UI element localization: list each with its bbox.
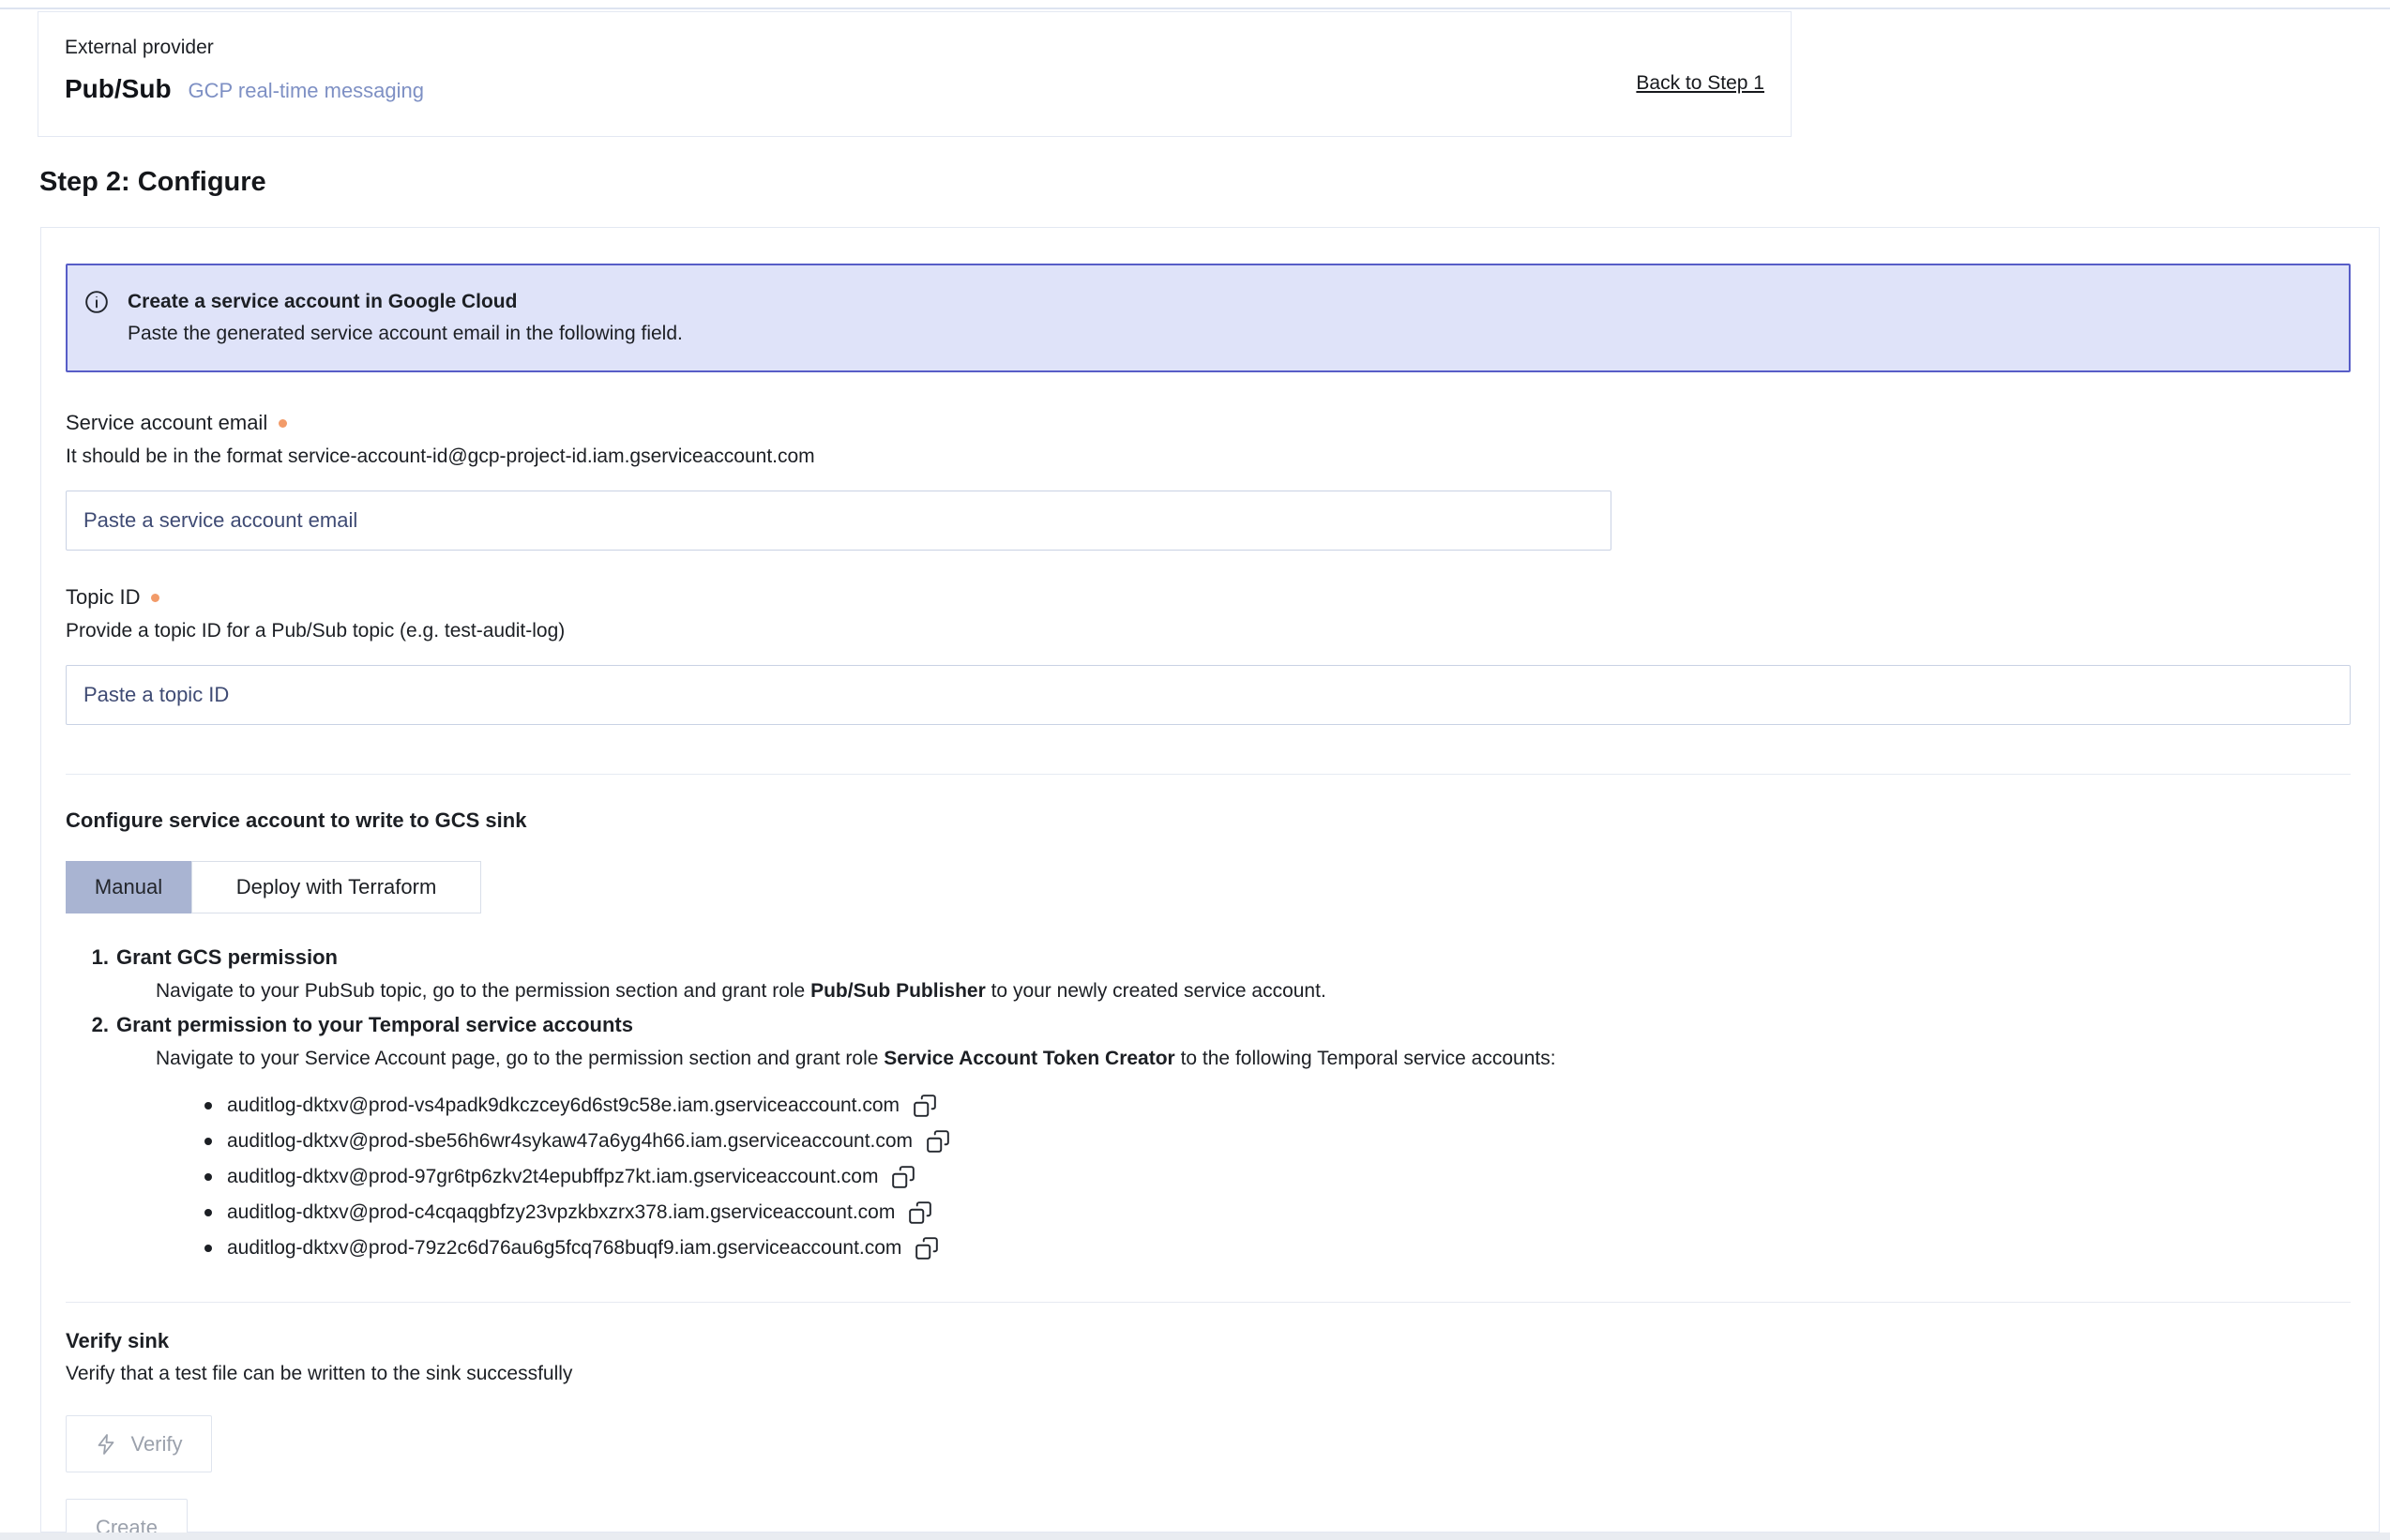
service-account-email-input[interactable] — [66, 491, 1611, 551]
topic-id-label-text: Topic ID — [66, 584, 140, 611]
info-icon — [84, 290, 109, 348]
list-item: auditlog-dktxv@prod-c4cqaqgbfzy23vpzkbxz… — [204, 1195, 2351, 1230]
section-divider — [66, 774, 2351, 775]
provider-name: Pub/Sub — [65, 74, 172, 104]
bullet — [204, 1173, 212, 1181]
service-account-email-label: Service account email — [66, 410, 2351, 436]
topic-id-input[interactable] — [66, 665, 2351, 725]
service-account-email: auditlog-dktxv@prod-vs4padk9dkczcey6d6st… — [227, 1095, 900, 1117]
list-item: auditlog-dktxv@prod-79z2c6d76au6g5fcq768… — [204, 1230, 2351, 1266]
copy-icon[interactable] — [889, 1163, 917, 1191]
bullet — [204, 1209, 212, 1216]
step-2-body-suffix: to the following Temporal service accoun… — [1175, 1048, 1556, 1069]
service-account-email: auditlog-dktxv@prod-79z2c6d76au6g5fcq768… — [227, 1237, 901, 1260]
step-number: 1. — [86, 945, 116, 970]
tab-deploy-with-terraform[interactable]: Deploy with Terraform — [191, 861, 481, 913]
step-2-body-role: Service Account Token Creator — [884, 1048, 1174, 1069]
step-1-body-suffix: to your newly created service account. — [986, 980, 1326, 1002]
list-item: auditlog-dktxv@prod-vs4padk9dkczcey6d6st… — [204, 1088, 2351, 1124]
top-divider — [0, 8, 2390, 9]
list-item: auditlog-dktxv@prod-97gr6tp6zkv2t4epubff… — [204, 1159, 2351, 1195]
page-bottom-edge — [0, 1532, 2390, 1540]
verify-sink-description: Verify that a test file can be written t… — [66, 1363, 2351, 1385]
copy-icon[interactable] — [913, 1234, 941, 1262]
service-account-email-helper: It should be in the format service-accou… — [66, 444, 2351, 470]
topic-id-helper: Provide a topic ID for a Pub/Sub topic (… — [66, 618, 2351, 644]
configure-panel: Create a service account in Google Cloud… — [40, 227, 2380, 1532]
configure-section-title: Configure service account to write to GC… — [66, 808, 2351, 833]
step-number: 2. — [86, 1013, 116, 1037]
step-1-body-role: Pub/Sub Publisher — [810, 980, 986, 1002]
bullet — [204, 1102, 212, 1110]
service-account-email: auditlog-dktxv@prod-sbe56h6wr4sykaw47a6y… — [227, 1130, 913, 1153]
verify-button-label: Verify — [130, 1432, 182, 1457]
verify-button[interactable]: Verify — [66, 1415, 212, 1472]
required-indicator — [151, 594, 159, 602]
service-account-email: auditlog-dktxv@prod-c4cqaqgbfzy23vpzkbxz… — [227, 1201, 895, 1224]
step-1-body: Navigate to your PubSub topic, go to the… — [156, 977, 2351, 1005]
section-divider — [66, 1302, 2351, 1303]
required-indicator — [279, 419, 287, 428]
verify-sink-title: Verify sink — [66, 1329, 2351, 1353]
page: External provider Pub/Sub GCP real-time … — [0, 0, 2390, 1540]
instruction-steps: 1. Grant GCS permission Navigate to your… — [66, 945, 2351, 1266]
service-account-email: auditlog-dktxv@prod-97gr6tp6zkv2t4epubff… — [227, 1166, 878, 1188]
tab-manual[interactable]: Manual — [66, 861, 191, 913]
service-account-email-label-text: Service account email — [66, 410, 267, 436]
bullet — [204, 1245, 212, 1252]
step-2-title: Grant permission to your Temporal servic… — [116, 1013, 633, 1037]
step-1-body-prefix: Navigate to your PubSub topic, go to the… — [156, 980, 810, 1002]
topic-id-label: Topic ID — [66, 584, 2351, 611]
copy-icon[interactable] — [911, 1092, 939, 1120]
step-2-body-prefix: Navigate to your Service Account page, g… — [156, 1048, 884, 1069]
step-2-body: Navigate to your Service Account page, g… — [156, 1045, 2351, 1073]
alert-title: Create a service account in Google Cloud — [128, 288, 683, 316]
page-title: Step 2: Configure — [39, 167, 266, 198]
copy-icon[interactable] — [924, 1127, 952, 1155]
config-tabs: Manual Deploy with Terraform — [66, 861, 2351, 913]
alert-body: Paste the generated service account emai… — [128, 320, 683, 348]
copy-icon[interactable] — [906, 1199, 934, 1227]
info-alert: Create a service account in Google Cloud… — [66, 264, 2351, 372]
service-account-list: auditlog-dktxv@prod-vs4padk9dkczcey6d6st… — [66, 1088, 2351, 1266]
provider-eyebrow: External provider — [65, 37, 1764, 59]
zap-icon — [95, 1433, 117, 1456]
back-to-step-1-link[interactable]: Back to Step 1 — [1636, 72, 1764, 95]
provider-card: External provider Pub/Sub GCP real-time … — [38, 11, 1792, 137]
bullet — [204, 1138, 212, 1145]
provider-tagline: GCP real-time messaging — [189, 79, 424, 103]
list-item: auditlog-dktxv@prod-sbe56h6wr4sykaw47a6y… — [204, 1124, 2351, 1159]
step-1-title: Grant GCS permission — [116, 945, 338, 970]
